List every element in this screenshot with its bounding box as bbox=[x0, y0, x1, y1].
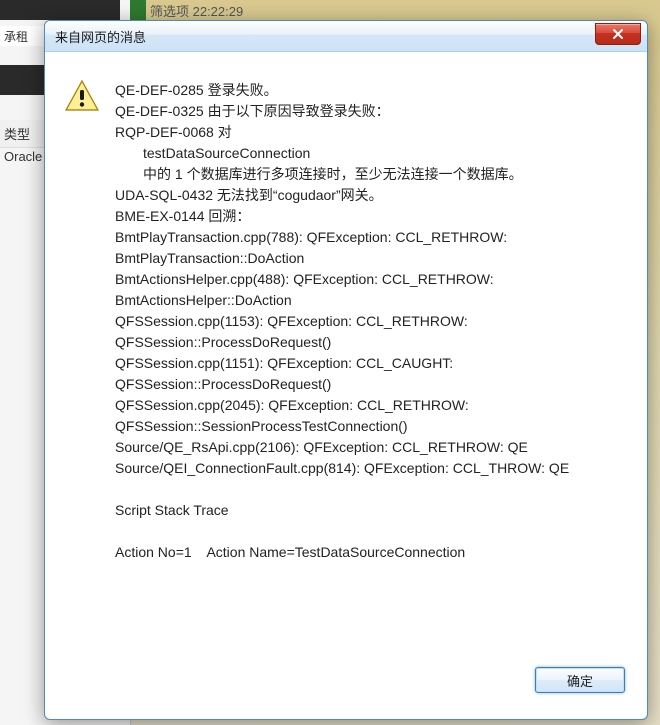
bg-tab-label[interactable]: 承租 bbox=[0, 26, 44, 46]
dialog-body: QE-DEF-0285 登录失败。 QE-DEF-0325 由于以下原因导致登录… bbox=[45, 52, 647, 655]
bg-green-strip bbox=[130, 0, 146, 20]
bg-dark-strip-2 bbox=[0, 65, 45, 95]
bg-top-fragment: 筛选项 22:22:29 bbox=[150, 1, 243, 20]
bg-col-header: 类型 bbox=[0, 120, 44, 148]
ok-button[interactable]: 确定 bbox=[535, 667, 625, 693]
warning-icon bbox=[65, 80, 99, 112]
dialog-titlebar[interactable]: 来自网页的消息 bbox=[45, 21, 647, 52]
message-dialog: 来自网页的消息 QE-DEF-0285 登录失败。 QE-DEF-0325 由于… bbox=[44, 20, 648, 720]
dialog-button-row: 确定 bbox=[45, 655, 647, 719]
dialog-title: 来自网页的消息 bbox=[55, 27, 595, 46]
close-button[interactable] bbox=[595, 23, 641, 45]
close-icon bbox=[612, 29, 624, 40]
bg-row-oracle: Oracle bbox=[0, 145, 44, 168]
error-message-text: QE-DEF-0285 登录失败。 QE-DEF-0325 由于以下原因导致登录… bbox=[115, 80, 631, 645]
bg-dark-strip bbox=[0, 0, 120, 20]
